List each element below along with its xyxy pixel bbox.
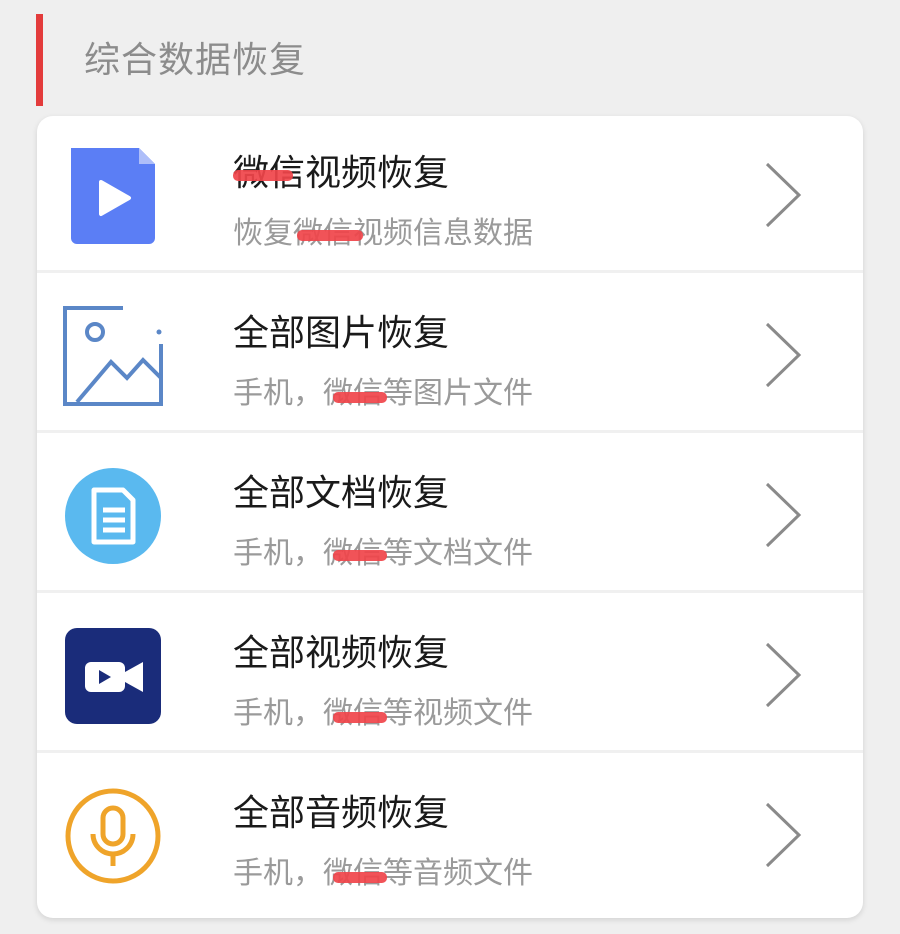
video-file-icon [71,148,155,244]
list-item-all-images-recovery[interactable]: 全部图片恢复 手机，微信等图片文件 [37,276,863,433]
item-title: 全部文档恢复 [233,473,450,514]
microphone-icon [65,788,161,884]
list-item-all-documents-recovery[interactable]: 全部文档恢复 手机，微信等文档文件 [37,436,863,593]
row-divider [37,750,863,753]
redaction-mark [297,230,363,241]
row-divider [37,270,863,273]
video-camera-icon [65,628,161,724]
section-accent-bar [36,14,43,106]
row-divider [37,590,863,593]
document-icon [65,468,161,564]
list-item-wechat-video-recovery[interactable]: 微信视频恢复 恢复微信视频信息数据 [37,116,863,273]
list-item-all-videos-recovery[interactable]: 全部视频恢复 手机，微信等视频文件 [37,596,863,753]
redaction-mark [333,392,387,403]
redaction-mark [333,550,387,561]
section-header: 综合数据恢复 [0,0,900,110]
item-title: 全部音频恢复 [233,793,450,834]
redaction-mark [233,170,293,181]
recovery-options-card: 微信视频恢复 恢复微信视频信息数据 全部图片恢复 手机，微信等图片文件 [37,116,863,918]
item-subtitle: 恢复微信视频信息数据 [233,216,533,251]
redaction-mark [333,712,387,723]
chevron-right-icon [765,482,802,548]
row-divider [37,430,863,433]
chevron-right-icon [765,322,802,388]
chevron-right-icon [765,802,802,868]
image-icon [63,306,163,406]
item-title: 全部视频恢复 [233,633,450,674]
section-title: 综合数据恢复 [84,40,307,81]
chevron-right-icon [765,642,802,708]
item-title: 全部图片恢复 [233,313,450,354]
redaction-mark [333,872,387,883]
list-item-all-audio-recovery[interactable]: 全部音频恢复 手机，微信等音频文件 [37,756,863,913]
chevron-right-icon [765,162,802,228]
